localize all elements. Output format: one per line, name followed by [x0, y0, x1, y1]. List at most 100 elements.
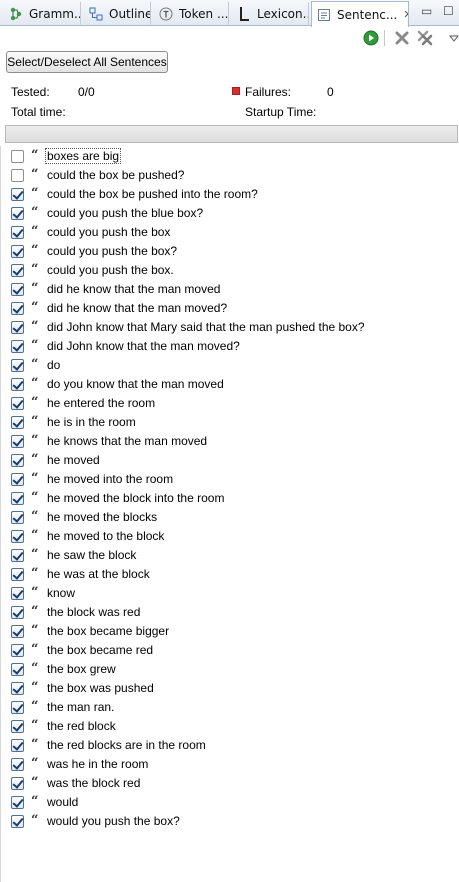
sentence-checkbox[interactable]: [11, 245, 24, 258]
sentence-row[interactable]: “ could you push the box?: [1, 242, 459, 261]
sentence-row[interactable]: “ he entered the room: [1, 394, 459, 413]
sentence-checkbox[interactable]: [11, 587, 24, 600]
sentence-checkbox[interactable]: [11, 188, 24, 201]
sentence-checkbox[interactable]: [11, 511, 24, 524]
sentence-checkbox[interactable]: [11, 264, 24, 277]
sentence-row[interactable]: “ did John know that the man moved?: [1, 337, 459, 356]
quote-icon: “: [31, 338, 39, 353]
sentence-checkbox[interactable]: [11, 226, 24, 239]
tab-outline[interactable]: Outline: [84, 2, 151, 26]
sentence-checkbox[interactable]: [11, 283, 24, 296]
sentence-row[interactable]: “ did he know that the man moved: [1, 280, 459, 299]
sentence-checkbox[interactable]: [11, 644, 24, 657]
sentence-checkbox[interactable]: [11, 340, 24, 353]
sentence-checkbox[interactable]: [11, 302, 24, 315]
run-icon[interactable]: [363, 30, 379, 46]
sentence-checkbox[interactable]: [11, 796, 24, 809]
sentence-row[interactable]: “ he moved the block into the room: [1, 489, 459, 508]
tab-grammar[interactable]: Gramm...: [4, 2, 81, 26]
sentence-row[interactable]: “ the box became bigger: [1, 622, 459, 641]
sentence-checkbox[interactable]: [11, 321, 24, 334]
quote-icon: “: [31, 604, 39, 619]
sentence-checkbox[interactable]: [11, 530, 24, 543]
tab-lexicon[interactable]: Lexicon...: [232, 2, 309, 26]
sentence-text: do: [47, 358, 61, 372]
remove-icon[interactable]: [394, 30, 410, 46]
sentence-text: could the box be pushed?: [47, 168, 185, 182]
quote-icon: “: [31, 433, 39, 448]
sentence-row[interactable]: “ boxes are big: [1, 147, 459, 166]
sentence-checkbox[interactable]: [11, 207, 24, 220]
quote-icon: “: [31, 300, 39, 315]
sentence-row[interactable]: “ was the block red: [1, 774, 459, 793]
sentence-checkbox[interactable]: [11, 169, 24, 182]
sentence-row[interactable]: “ he moved the blocks: [1, 508, 459, 527]
sentence-checkbox[interactable]: [11, 682, 24, 695]
sentence-row[interactable]: “ could you push the blue box?: [1, 204, 459, 223]
close-icon[interactable]: ✕: [403, 8, 408, 21]
sentence-row[interactable]: “ he is in the room: [1, 413, 459, 432]
sentence-row[interactable]: “ the box became red: [1, 641, 459, 660]
tab-token[interactable]: Token ...: [154, 2, 229, 26]
sentence-checkbox[interactable]: [11, 397, 24, 410]
sentence-checkbox[interactable]: [11, 416, 24, 429]
sentence-text: could you push the blue box?: [47, 206, 204, 220]
sentence-row[interactable]: “ the box was pushed: [1, 679, 459, 698]
sentence-row[interactable]: “ do: [1, 356, 459, 375]
sentence-row[interactable]: “ do you know that the man moved: [1, 375, 459, 394]
sentence-row[interactable]: “ could you push the box: [1, 223, 459, 242]
sentence-checkbox[interactable]: [11, 150, 24, 163]
sentence-text: the box became red: [47, 643, 154, 657]
quote-icon: “: [31, 642, 39, 657]
sentence-row[interactable]: “ he moved to the block: [1, 527, 459, 546]
sentence-checkbox[interactable]: [11, 568, 24, 581]
sentence-checkbox[interactable]: [11, 777, 24, 790]
sentence-checkbox[interactable]: [11, 378, 24, 391]
sentence-checkbox[interactable]: [11, 739, 24, 752]
sentence-row[interactable]: “ could the box be pushed?: [1, 166, 459, 185]
sentence-row[interactable]: “ was he in the room: [1, 755, 459, 774]
sentence-row[interactable]: “ the red block: [1, 717, 459, 736]
sentence-checkbox[interactable]: [11, 720, 24, 733]
select-deselect-all-button[interactable]: Select/Deselect All Sentences: [6, 51, 168, 73]
sentence-row[interactable]: “ he saw the block: [1, 546, 459, 565]
sentence-checkbox[interactable]: [11, 758, 24, 771]
sentence-row[interactable]: “ could the box be pushed into the room?: [1, 185, 459, 204]
sentence-text: he was at the block: [47, 567, 150, 581]
sentence-row[interactable]: “ the man ran.: [1, 698, 459, 717]
sentence-text: could you push the box.: [47, 263, 174, 277]
sentence-row[interactable]: “ the red blocks are in the room: [1, 736, 459, 755]
sentence-checkbox[interactable]: [11, 663, 24, 676]
sentence-row[interactable]: “ he moved: [1, 451, 459, 470]
tab-label: Token ...: [179, 7, 229, 21]
sentence-checkbox[interactable]: [11, 606, 24, 619]
sentence-row[interactable]: “ he was at the block: [1, 565, 459, 584]
sentence-text: he is in the room: [47, 415, 136, 429]
remove-all-icon[interactable]: [417, 30, 433, 46]
sentence-row[interactable]: “ would: [1, 793, 459, 812]
sentence-checkbox[interactable]: [11, 359, 24, 372]
sentence-row[interactable]: “ did he know that the man moved?: [1, 299, 459, 318]
maximize-icon[interactable]: ☐: [443, 4, 454, 18]
sentence-checkbox[interactable]: [11, 435, 24, 448]
sentence-checkbox[interactable]: [11, 492, 24, 505]
sentence-row[interactable]: “ he moved into the room: [1, 470, 459, 489]
sentence-row[interactable]: “ would you push the box?: [1, 812, 459, 831]
quote-icon: “: [31, 205, 39, 220]
sentence-row[interactable]: “ he knows that the man moved: [1, 432, 459, 451]
sentence-row[interactable]: “ the box grew: [1, 660, 459, 679]
sentence-row[interactable]: “ could you push the box.: [1, 261, 459, 280]
sentence-row[interactable]: “ did John know that Mary said that the m…: [1, 318, 459, 337]
sentence-row[interactable]: “ the block was red: [1, 603, 459, 622]
sentence-checkbox[interactable]: [11, 625, 24, 638]
sentence-checkbox[interactable]: [11, 701, 24, 714]
sentence-checkbox[interactable]: [11, 549, 24, 562]
sentence-checkbox[interactable]: [11, 454, 24, 467]
sentence-row[interactable]: “ know: [1, 584, 459, 603]
view-menu-icon[interactable]: [446, 30, 459, 46]
tab-sentences[interactable]: Sentenc... ✕: [311, 1, 409, 27]
minimize-icon[interactable]: ▭: [421, 4, 432, 18]
sentence-checkbox[interactable]: [11, 473, 24, 486]
sentence-text: the red blocks are in the room: [47, 738, 206, 752]
sentence-checkbox[interactable]: [11, 815, 24, 828]
